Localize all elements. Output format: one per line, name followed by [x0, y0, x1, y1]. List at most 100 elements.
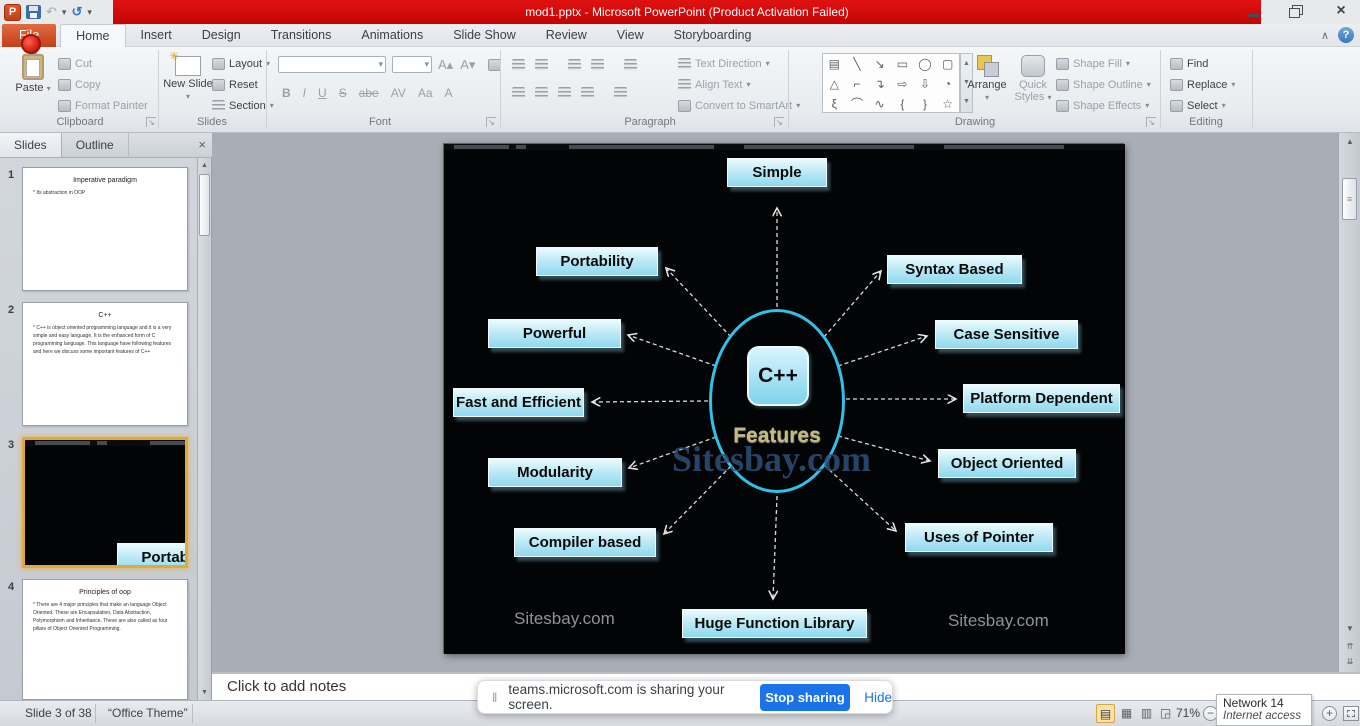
fit-to-window-icon[interactable]: [1343, 706, 1359, 721]
align-right-icon[interactable]: [558, 87, 571, 99]
section-button[interactable]: Section ▾: [212, 96, 274, 115]
feature-box-compiler-based[interactable]: Compiler based: [514, 528, 656, 557]
line-arrow-shape-icon[interactable]: ↘: [868, 54, 891, 74]
text-box-shape-icon[interactable]: ▤: [823, 54, 846, 74]
curve-shape-icon[interactable]: ∿: [868, 94, 891, 114]
feature-box-powerful[interactable]: Powerful: [488, 319, 621, 348]
feature-box-syntax-based[interactable]: Syntax Based: [887, 255, 1022, 284]
font-size-combo[interactable]: [392, 56, 432, 73]
feature-box-uses-of-pointer[interactable]: Uses of Pointer: [905, 523, 1053, 552]
powerpoint-logo-icon[interactable]: P: [4, 4, 21, 21]
star-shape-icon[interactable]: ☆: [936, 94, 959, 114]
strikethrough-button[interactable]: S: [337, 86, 349, 100]
feature-box-platform-dependent[interactable]: Platform Dependent: [963, 384, 1120, 413]
font-family-combo[interactable]: [278, 56, 386, 73]
layout-button[interactable]: Layout ▾: [212, 54, 270, 73]
rounded-rectangle-shape-icon[interactable]: ▢: [936, 54, 959, 74]
collapse-ribbon-icon[interactable]: ∧: [1321, 29, 1329, 42]
reading-view-button[interactable]: ▥: [1137, 704, 1156, 723]
close-button[interactable]: ×: [1328, 4, 1354, 19]
slide-thumbnail-3[interactable]: Sitesbay.comC++FeaturesSimplePortability…: [22, 437, 188, 568]
panel-close-icon[interactable]: ×: [198, 137, 206, 152]
undo-dropdown-icon[interactable]: ▾: [62, 7, 67, 18]
italic-button[interactable]: I: [301, 86, 308, 100]
partial-circle-shape-icon[interactable]: ◔: [936, 74, 959, 94]
feature-box-object-oriented[interactable]: Object Oriented: [938, 449, 1076, 478]
tab-design[interactable]: Design: [187, 24, 256, 47]
center-cpp-box[interactable]: C++: [747, 346, 809, 406]
tab-storyboarding[interactable]: Storyboarding: [659, 24, 767, 47]
arrange-button[interactable]: Arrange▾: [962, 52, 1012, 114]
panel-scrollbar-thumb[interactable]: [199, 174, 210, 236]
zoom-in-button[interactable]: +: [1322, 706, 1337, 721]
feature-box-portability[interactable]: Portability: [536, 247, 658, 276]
save-icon[interactable]: [26, 5, 41, 19]
right-brace-shape-icon[interactable]: }: [914, 94, 937, 114]
restore-button[interactable]: [1284, 4, 1310, 19]
reset-button[interactable]: Reset: [212, 75, 258, 94]
cut-button[interactable]: Cut: [58, 54, 92, 73]
feature-box-simple[interactable]: Simple: [727, 158, 827, 187]
panel-tab-outline[interactable]: Outline: [62, 133, 129, 157]
increase-indent-icon[interactable]: [591, 59, 604, 71]
main-scrollbar[interactable]: ▲ ▼ ⇈ ⇊: [1338, 133, 1360, 672]
customize-qat-icon[interactable]: ▾: [87, 7, 92, 18]
new-slide-button[interactable]: New Slide ▾: [163, 52, 213, 114]
tab-animations[interactable]: Animations: [346, 24, 438, 47]
shape-effects-button[interactable]: Shape Effects ▾: [1056, 96, 1149, 115]
shrink-font-button[interactable]: A▾: [460, 57, 475, 73]
align-center-icon[interactable]: [535, 87, 548, 99]
numbering-icon[interactable]: [535, 59, 548, 71]
slide-thumbnail-2[interactable]: C++* C++ is object oriented programming …: [22, 302, 188, 426]
notes-placeholder[interactable]: Click to add notes: [227, 678, 346, 695]
slide-thumbnail-1[interactable]: Imperative paradigm* Its abstraction in …: [22, 167, 188, 291]
text-direction-button[interactable]: Text Direction ▾: [678, 54, 770, 73]
tab-insert[interactable]: Insert: [126, 24, 187, 47]
elbow-arrow-connector-shape-icon[interactable]: ↴: [868, 74, 891, 94]
format-painter-button[interactable]: Format Painter: [58, 96, 148, 115]
change-case-button[interactable]: Aa: [416, 86, 435, 100]
oval-shape-icon[interactable]: ◯: [914, 54, 937, 74]
isosceles-triangle-shape-icon[interactable]: △: [823, 74, 846, 94]
panel-scrollbar[interactable]: ▲ ▼: [197, 158, 210, 700]
feature-box-huge-function-library[interactable]: Huge Function Library: [682, 609, 867, 638]
shape-outline-button[interactable]: Shape Outline ▾: [1056, 75, 1151, 94]
feature-box-case-sensitive[interactable]: Case Sensitive: [935, 320, 1078, 349]
share-bar-handle-icon[interactable]: ‖: [492, 690, 498, 705]
tab-slide-show[interactable]: Slide Show: [438, 24, 531, 47]
copy-button[interactable]: Copy: [58, 75, 101, 94]
drawing-dialog-launcher[interactable]: ↘: [1146, 117, 1156, 127]
bold-button[interactable]: B: [280, 86, 293, 100]
feature-box-modularity[interactable]: Modularity: [488, 458, 622, 487]
panel-scroll-down-icon[interactable]: ▼: [198, 686, 211, 699]
help-icon[interactable]: ?: [1338, 27, 1354, 43]
align-text-button[interactable]: Align Text ▾: [678, 75, 751, 94]
shape-fill-button[interactable]: Shape Fill ▾: [1056, 54, 1130, 73]
slide-thumbnail-4[interactable]: Principles of oop* There are 4 major pri…: [22, 579, 188, 700]
next-slide-icon[interactable]: ⇊: [1339, 655, 1360, 668]
align-left-icon[interactable]: [512, 87, 525, 99]
justify-icon[interactable]: [581, 87, 594, 99]
scroll-down-icon[interactable]: ▼: [1339, 622, 1360, 635]
tab-transitions[interactable]: Transitions: [256, 24, 347, 47]
decrease-indent-icon[interactable]: [568, 59, 581, 71]
left-brace-shape-icon[interactable]: {: [891, 94, 914, 114]
panel-scroll-up-icon[interactable]: ▲: [198, 159, 211, 172]
line-shape-icon[interactable]: ╲: [846, 54, 869, 74]
slide-show-view-button[interactable]: ◲: [1156, 704, 1175, 723]
character-spacing-button[interactable]: AV: [389, 86, 408, 100]
main-scrollbar-thumb[interactable]: [1342, 178, 1357, 220]
slide-sorter-view-button[interactable]: ▦: [1117, 704, 1136, 723]
replace-button[interactable]: Replace ▾: [1170, 75, 1235, 94]
font-color-button[interactable]: A: [443, 86, 455, 100]
select-button[interactable]: Select ▾: [1170, 96, 1226, 115]
feature-box-portability[interactable]: Portability: [117, 543, 188, 568]
down-arrow-shape-icon[interactable]: ⇩: [914, 74, 937, 94]
underline-button[interactable]: U: [316, 86, 329, 100]
find-button[interactable]: Find: [1170, 54, 1208, 73]
elbow-connector-shape-icon[interactable]: ⌐: [846, 74, 869, 94]
stop-sharing-button[interactable]: Stop sharing: [760, 684, 851, 711]
arc-shape-icon[interactable]: ⌒: [846, 94, 869, 114]
tab-view[interactable]: View: [602, 24, 659, 47]
right-arrow-shape-icon[interactable]: ⇨: [891, 74, 914, 94]
